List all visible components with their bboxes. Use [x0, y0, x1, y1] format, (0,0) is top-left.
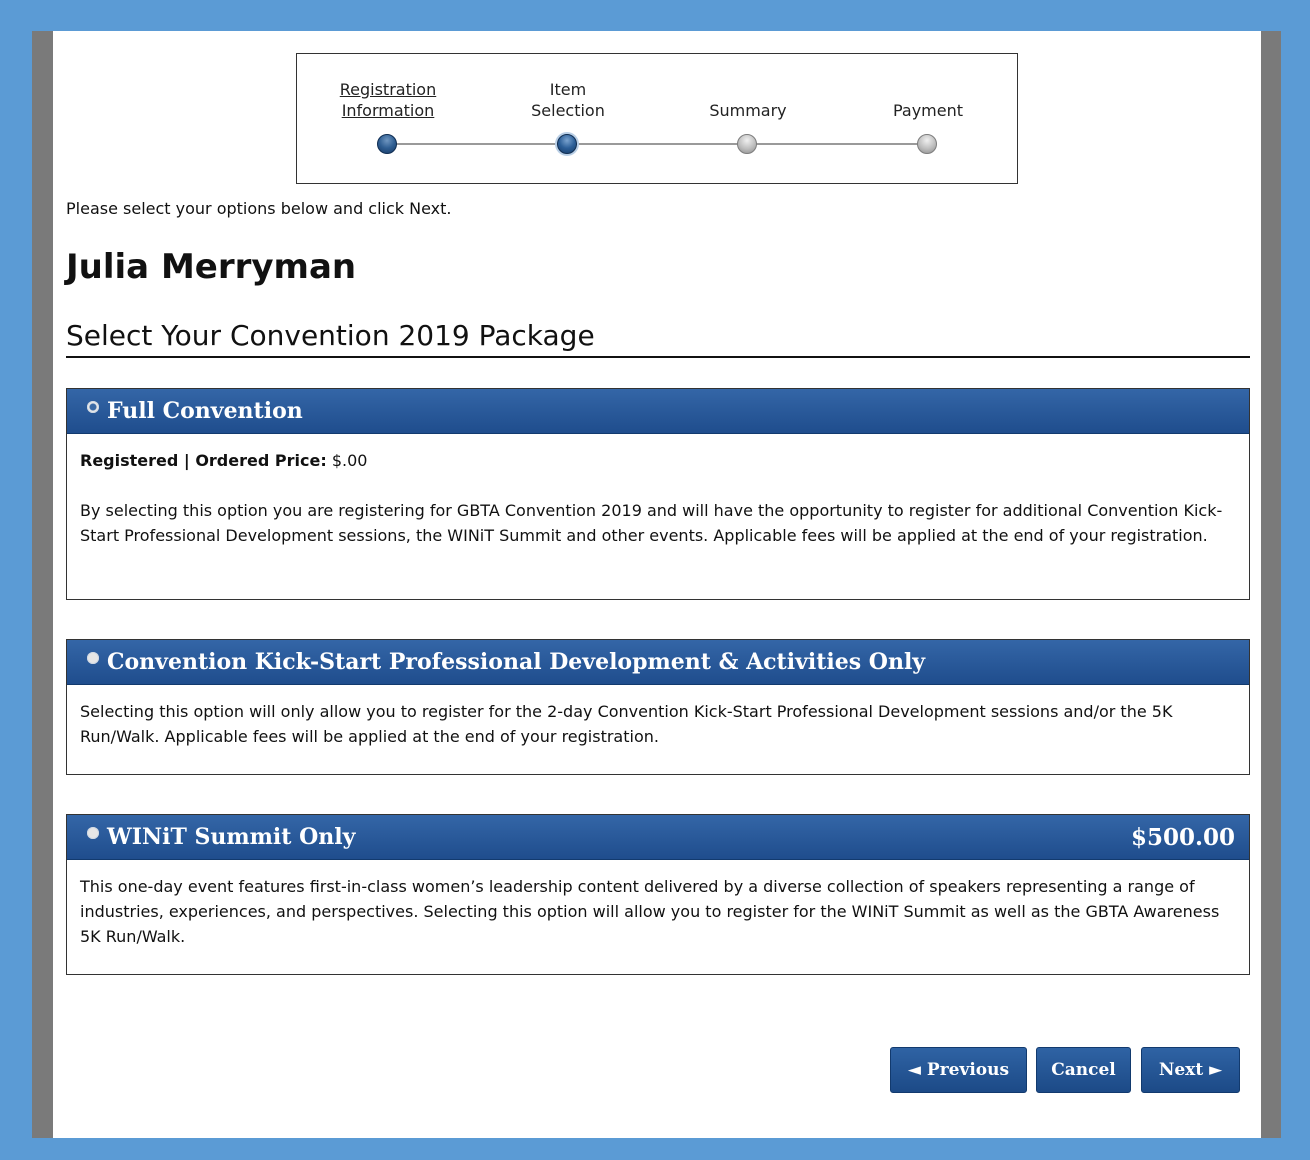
cancel-button[interactable]: Cancel: [1036, 1047, 1131, 1093]
registration-status: Registered | Ordered Price: $.00: [80, 448, 1236, 473]
option-title: Full Convention: [107, 398, 303, 424]
package-option-winit-summit: WINiT Summit Only $500.00 This one-day e…: [66, 814, 1250, 975]
progress-line: [389, 143, 929, 145]
option-header[interactable]: Convention Kick-Start Professional Devel…: [67, 640, 1249, 685]
option-header[interactable]: WINiT Summit Only $500.00: [67, 815, 1249, 860]
step-label: Item Selection: [488, 79, 648, 121]
status-label: Registered | Ordered Price:: [80, 451, 327, 470]
step-label: Summary: [709, 101, 787, 120]
option-description: By selecting this option you are registe…: [80, 501, 1223, 545]
next-button[interactable]: Next ►: [1141, 1047, 1240, 1093]
option-header[interactable]: Full Convention: [67, 389, 1249, 434]
radio-button-selected[interactable]: [87, 401, 99, 413]
previous-button[interactable]: ◄ Previous: [890, 1047, 1027, 1093]
registration-page: Registration Information Item Selection …: [53, 31, 1261, 1138]
step-registration-link-line2[interactable]: Information: [342, 101, 435, 120]
package-option-full-convention: Full Convention Registered | Ordered Pri…: [66, 388, 1250, 600]
step-dot-done: [377, 134, 397, 154]
progress-tracker: Registration Information Item Selection …: [296, 53, 1018, 184]
step-dot-current: [557, 134, 577, 154]
option-body: Selecting this option will only allow yo…: [67, 685, 1249, 749]
step-label-line2: Selection: [531, 101, 605, 120]
step-label[interactable]: Registration Information: [308, 79, 468, 121]
ordered-price: $.00: [331, 451, 368, 470]
option-price: $500.00: [1130, 823, 1235, 851]
package-option-kick-start: Convention Kick-Start Professional Devel…: [66, 639, 1250, 775]
option-title: Convention Kick-Start Professional Devel…: [107, 649, 926, 675]
radio-button[interactable]: [87, 827, 99, 839]
option-description: This one-day event features first-in-cla…: [80, 877, 1220, 946]
option-body: Registered | Ordered Price: $.00 By sele…: [67, 434, 1249, 548]
step-label-line1: Item: [549, 80, 587, 99]
option-title: WINiT Summit Only: [107, 824, 356, 850]
step-label: Payment: [892, 101, 964, 120]
section-title: Select Your Convention 2019 Package: [66, 319, 1250, 358]
option-body: This one-day event features first-in-cla…: [67, 860, 1249, 949]
attendee-name: Julia Merryman: [66, 247, 357, 287]
step-dot-todo: [917, 134, 937, 154]
option-description: Selecting this option will only allow yo…: [80, 702, 1173, 746]
step-dot-todo: [737, 134, 757, 154]
instructions-text: Please select your options below and cli…: [66, 199, 452, 218]
radio-button[interactable]: [87, 652, 99, 664]
step-registration-link-line1[interactable]: Registration: [340, 80, 436, 99]
